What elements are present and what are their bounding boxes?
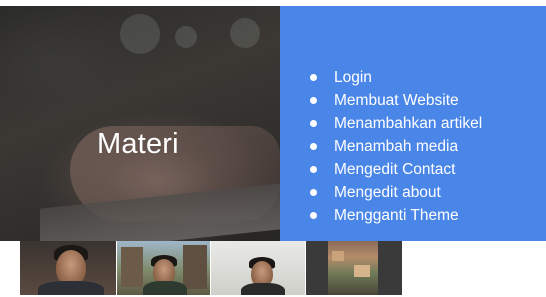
topic-item: Mengedit about <box>308 181 482 204</box>
participant-strip <box>0 241 546 297</box>
presentation-slide: Materi Login Membuat Website Menambahkan… <box>0 6 546 242</box>
topic-item: Menambah media <box>308 135 482 158</box>
participant-video-tile[interactable] <box>117 241 210 295</box>
topic-item: Login <box>308 66 482 89</box>
topic-list: Login Membuat Website Menambahkan artike… <box>308 66 482 227</box>
topic-item: Mengganti Theme <box>308 204 482 227</box>
participant-video-tile[interactable] <box>20 241 116 295</box>
slide-background-photo: Materi <box>0 6 280 242</box>
participant-video-tile[interactable] <box>306 241 402 295</box>
topic-item: Membuat Website <box>308 89 482 112</box>
topic-panel: Login Membuat Website Menambahkan artike… <box>280 6 546 242</box>
topic-item: Menambahkan artikel <box>308 112 482 135</box>
participant-video-tile[interactable] <box>211 241 305 295</box>
slide-title: Materi <box>97 128 179 160</box>
topic-item: Mengedit Contact <box>308 158 482 181</box>
